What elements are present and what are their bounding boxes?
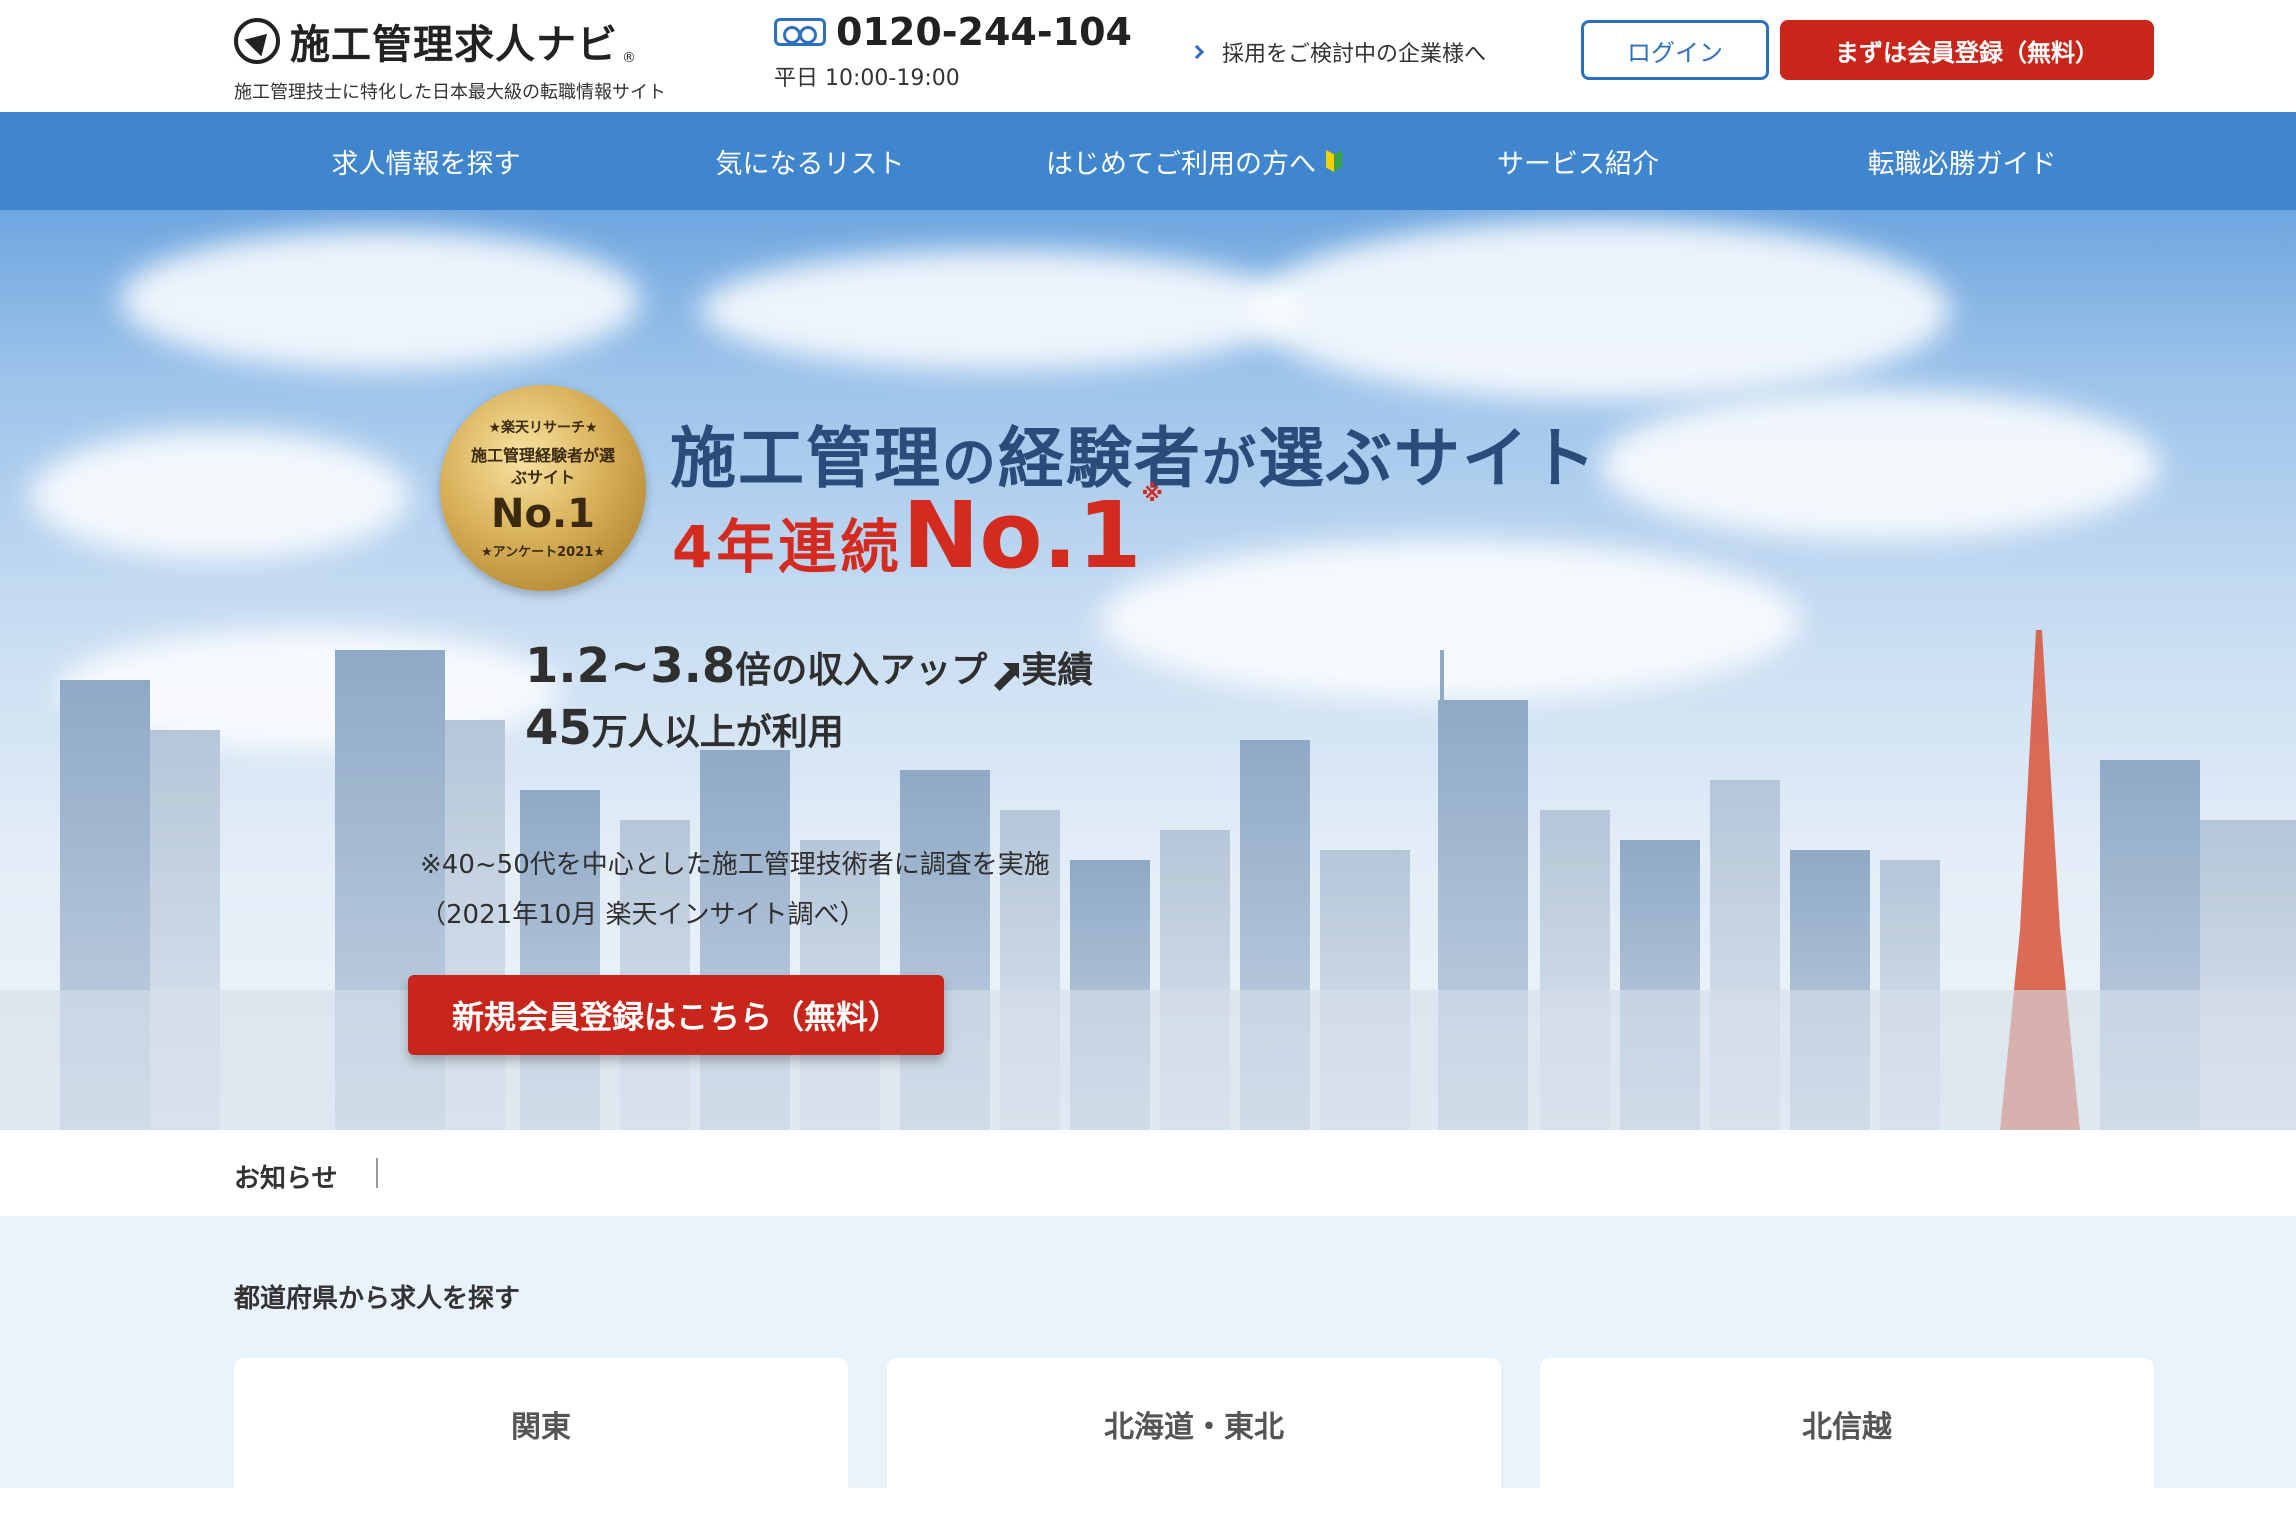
region-label: 北信越 bbox=[1802, 1410, 1892, 1445]
freedial-icon bbox=[774, 18, 826, 46]
nav-item-favorites[interactable]: 気になるリスト bbox=[618, 112, 1002, 210]
hero-banner: ★楽天リサーチ★ 施工管理経験者が選ぶサイト No.1 ★アンケート2021★ … bbox=[0, 210, 2296, 1130]
compass-icon bbox=[234, 18, 280, 64]
region-label: 関東 bbox=[511, 1410, 571, 1445]
region-card-hokkaido-tohoku[interactable]: 北海道・東北 bbox=[887, 1358, 1501, 1518]
footnote-line: ※40~50代を中心とした施工管理技術者に調査を実施 bbox=[420, 850, 1050, 880]
phone-contact: 0120-244-104 平日 10:00-19:00 bbox=[774, 10, 1132, 92]
registered-mark: ® bbox=[622, 50, 636, 66]
nav-item-first-time[interactable]: はじめてご利用の方へ bbox=[1002, 112, 1386, 210]
nav-item-guide[interactable]: 転職必勝ガイド bbox=[1770, 112, 2154, 210]
footnote-line: （2021年10月 楽天インサイト調べ） bbox=[420, 900, 866, 930]
badge-no1-text: No.1 bbox=[491, 490, 595, 537]
nav-item-label: サービス紹介 bbox=[1497, 148, 1659, 180]
logo-title: 施工管理求人ナビ bbox=[290, 22, 618, 68]
prefecture-search-section: 都道府県から求人を探す 関東 北海道・東北 北信越 bbox=[0, 1216, 2296, 1518]
news-divider bbox=[376, 1158, 378, 1188]
chevron-right-icon bbox=[1189, 44, 1205, 60]
region-label: 北海道・東北 bbox=[1104, 1410, 1284, 1445]
income-stat-number: 1.2~3.8 bbox=[525, 638, 736, 694]
region-card-hokushinetsu[interactable]: 北信越 bbox=[1540, 1358, 2154, 1518]
login-button[interactable]: ログイン bbox=[1581, 20, 1769, 80]
nav-item-services[interactable]: サービス紹介 bbox=[1386, 112, 1770, 210]
city-skyline-image bbox=[0, 630, 2296, 1130]
income-stat-suffix: 実績 bbox=[1021, 650, 1094, 691]
users-stat-number: 45 bbox=[525, 700, 592, 756]
register-button[interactable]: まずは会員登録（無料） bbox=[1780, 20, 2154, 80]
badge-middle-text: 施工管理経験者が選ぶサイト bbox=[470, 445, 615, 487]
headline-part: 選ぶサイト bbox=[1258, 420, 1598, 497]
main-nav: 求人情報を探す 気になるリスト はじめてご利用の方へ サービス紹介 転職必勝ガイ… bbox=[0, 112, 2296, 210]
corporate-link-label: 採用をご検討中の企業様へ bbox=[1222, 42, 1487, 67]
cloud-decoration bbox=[1250, 220, 1950, 400]
beginner-mark-icon bbox=[1326, 150, 1342, 172]
income-stat-text: 倍の収入アップ bbox=[735, 650, 988, 691]
nav-item-label: 求人情報を探す bbox=[331, 148, 521, 180]
users-stat: 45万人以上が利用 bbox=[525, 700, 844, 756]
headline-part: が bbox=[1202, 431, 1258, 494]
nav-item-search-jobs[interactable]: 求人情報を探す bbox=[234, 112, 618, 210]
corporate-link[interactable]: 採用をご検討中の企業様へ bbox=[1189, 36, 1487, 68]
income-stat: 1.2~3.8倍の収入アップ 実績 bbox=[525, 638, 1093, 694]
subheadline-years: 4年連続 bbox=[672, 513, 903, 581]
news-bar: お知らせ bbox=[0, 1130, 2296, 1216]
cloud-decoration bbox=[30, 430, 410, 560]
survey-footnote: ※40~50代を中心とした施工管理技術者に調査を実施 （2021年10月 楽天イ… bbox=[420, 840, 1050, 940]
logo-subtitle: 施工管理技士に特化した日本最大級の転職情報サイト bbox=[234, 82, 666, 103]
subheadline-note-mark: ※ bbox=[1141, 482, 1163, 507]
news-label[interactable]: お知らせ bbox=[234, 1158, 337, 1195]
phone-number[interactable]: 0120-244-104 bbox=[836, 10, 1132, 54]
nav-item-label: 転職必勝ガイド bbox=[1867, 148, 2057, 180]
cloud-decoration bbox=[1600, 390, 2160, 540]
hero-subheadline: 4年連続No.1※ bbox=[672, 482, 1163, 589]
badge-top-text: ★楽天リサーチ★ bbox=[488, 419, 598, 436]
site-logo[interactable]: 施工管理求人ナビ ® 施工管理技士に特化した日本最大級の転職情報サイト bbox=[234, 12, 666, 104]
site-header: 施工管理求人ナビ ® 施工管理技士に特化した日本最大級の転職情報サイト 0120… bbox=[0, 0, 2296, 112]
hero-register-button[interactable]: 新規会員登録はこちら（無料） bbox=[408, 975, 944, 1055]
region-card-kanto[interactable]: 関東 bbox=[234, 1358, 848, 1518]
cloud-decoration bbox=[120, 230, 640, 370]
section-title: 都道府県から求人を探す bbox=[234, 1284, 521, 1314]
no1-award-badge: ★楽天リサーチ★ 施工管理経験者が選ぶサイト No.1 ★アンケート2021★ bbox=[440, 385, 646, 591]
arrow-up-right-icon bbox=[989, 662, 1020, 693]
badge-bottom-text: ★アンケート2021★ bbox=[481, 544, 605, 560]
subheadline-no1: No.1 bbox=[902, 482, 1142, 589]
phone-hours: 平日 10:00-19:00 bbox=[774, 66, 960, 91]
users-stat-text: 万人以上が利用 bbox=[591, 712, 844, 753]
nav-item-label: はじめてご利用の方へ bbox=[1046, 148, 1316, 180]
nav-item-label: 気になるリスト bbox=[715, 148, 905, 180]
cloud-decoration bbox=[700, 250, 1300, 370]
